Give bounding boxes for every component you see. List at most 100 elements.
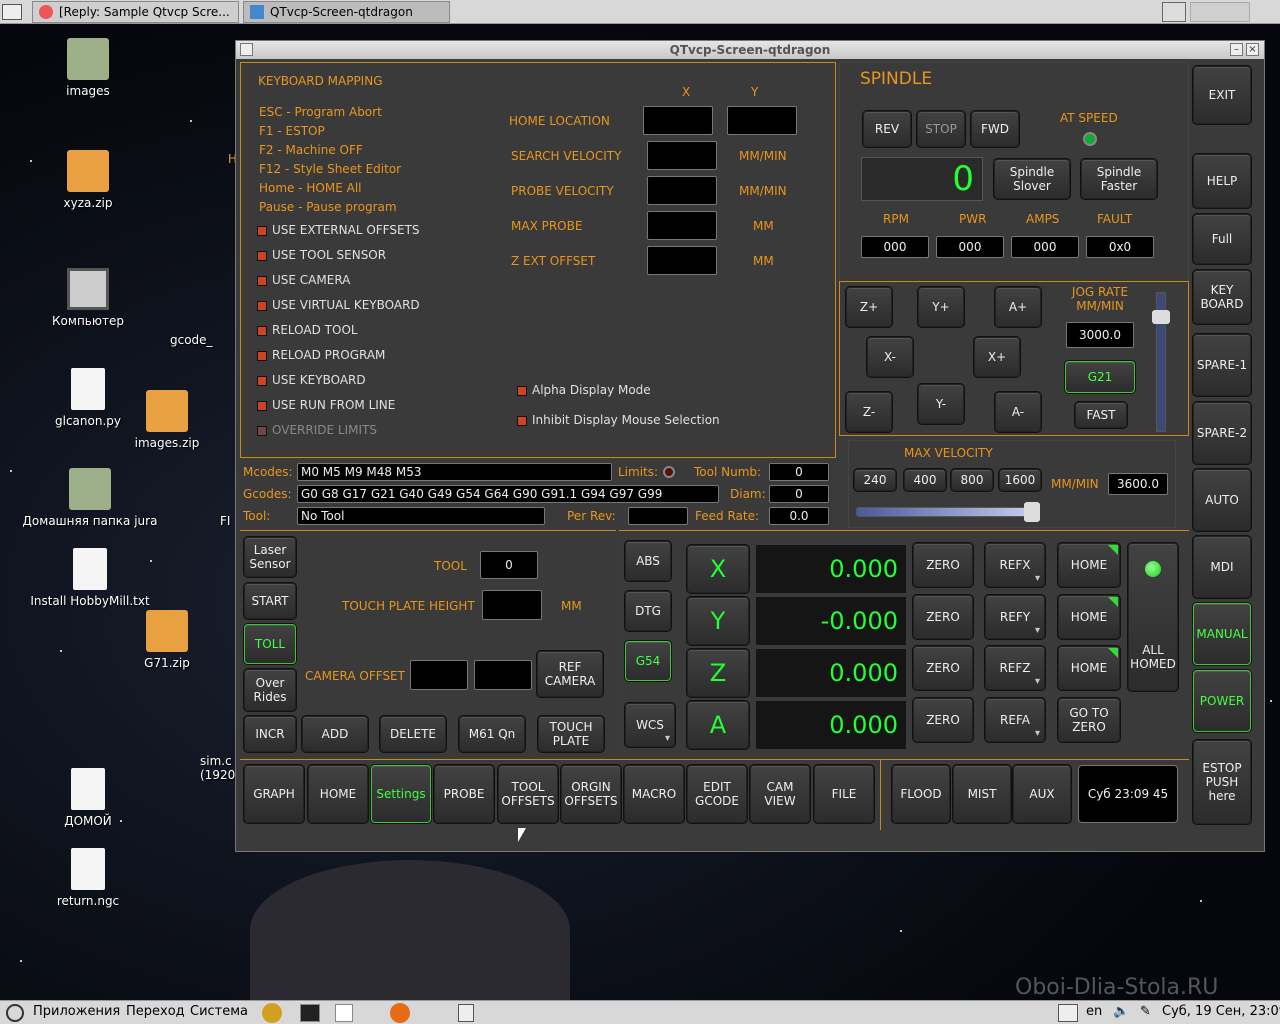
desktop-icon-images-zip[interactable]: images.zip	[112, 390, 222, 450]
velocity-800-button[interactable]: 800	[951, 469, 993, 491]
spindle-faster-button[interactable]: Spindle Faster	[1081, 159, 1157, 199]
add-button[interactable]: ADD	[302, 716, 368, 752]
zero-a-button[interactable]: ZERO	[913, 698, 973, 742]
jog-rate-slider-handle[interactable]	[1152, 310, 1170, 324]
velocity-400-button[interactable]: 400	[904, 469, 946, 491]
desktop-icon-computer[interactable]: Компьютер	[33, 268, 143, 328]
delete-button[interactable]: DELETE	[380, 716, 446, 752]
wcs-button[interactable]: WCS	[625, 703, 675, 747]
touch-plate-button[interactable]: TOUCH PLATE	[538, 716, 604, 752]
refx-button[interactable]: REFX	[985, 543, 1045, 587]
refz-button[interactable]: REFZ	[985, 646, 1045, 690]
desktop-icon-g71-zip[interactable]: G71.zip	[112, 610, 222, 670]
taskbar-tab-qtdragon[interactable]: QTvcp-Screen-qtdragon	[243, 1, 450, 23]
units-g21-button[interactable]: G21	[1065, 361, 1135, 393]
abs-button[interactable]: ABS	[625, 541, 671, 581]
goto-zero-button[interactable]: GO TO ZERO	[1058, 698, 1120, 742]
desktop-icon-gcode[interactable]: gcode_	[170, 333, 230, 347]
manual-mode-button[interactable]: MANUAL	[1193, 603, 1251, 665]
jog-x-plus-button[interactable]: X+	[974, 337, 1020, 377]
aux-button[interactable]: AUX	[1013, 765, 1071, 823]
window-list-icon[interactable]	[458, 1004, 474, 1022]
spindle-fwd-button[interactable]: FWD	[971, 111, 1019, 147]
firefox-icon[interactable]	[390, 1003, 410, 1023]
taskbar-clock[interactable]: Суб, 19 Сен, 23:09	[1162, 1004, 1280, 1019]
minimize-icon[interactable]: –	[1230, 43, 1243, 56]
menu-system[interactable]: Система	[190, 1004, 248, 1019]
g54-button[interactable]: G54	[625, 641, 671, 681]
tab-settings[interactable]: Settings	[371, 765, 431, 823]
menu-applications[interactable]: Приложения	[33, 1004, 120, 1019]
menu-places[interactable]: Переход	[126, 1004, 185, 1019]
tab-macro[interactable]: MACRO	[624, 765, 684, 823]
tab-graph[interactable]: GRAPH	[244, 765, 304, 823]
axis-y-button[interactable]: Y	[687, 597, 749, 645]
network-icon[interactable]: ✎	[1140, 1004, 1158, 1020]
help-button[interactable]: HELP	[1193, 154, 1251, 208]
taskbar-tab-reply[interactable]: [Reply: Sample Qtvcp Scre...	[32, 1, 239, 23]
m61-button[interactable]: M61 Qn	[459, 716, 525, 752]
spare2-button[interactable]: SPARE-2	[1193, 402, 1251, 464]
desktop-icon-home-folder[interactable]: Домашняя папка jura	[10, 468, 170, 528]
mdi-mode-button[interactable]: MDI	[1193, 536, 1251, 598]
tab-tool-offsets[interactable]: TOOL OFFSETS	[498, 765, 558, 823]
close-icon[interactable]: ×	[1246, 43, 1259, 56]
dtg-button[interactable]: DTG	[625, 591, 671, 631]
tab-home[interactable]: HOME	[308, 765, 368, 823]
zero-y-button[interactable]: ZERO	[913, 595, 973, 639]
max-probe-field[interactable]	[647, 211, 717, 240]
axis-x-button[interactable]: X	[687, 545, 749, 593]
terminal-icon[interactable]	[300, 1004, 320, 1022]
spindle-rev-button[interactable]: REV	[863, 111, 911, 147]
toll-button[interactable]: TOLL	[244, 624, 296, 664]
spindle-stop-button[interactable]: STOP	[917, 111, 965, 147]
home-z-button[interactable]: HOME	[1058, 646, 1120, 690]
start-button[interactable]: START	[244, 583, 296, 619]
max-velocity-slider-track[interactable]	[856, 507, 1038, 517]
axis-a-button[interactable]: A	[687, 701, 749, 749]
desktop-icon-images[interactable]: images	[33, 38, 143, 98]
tab-file[interactable]: FILE	[814, 765, 874, 823]
camera-offset-y-field[interactable]	[474, 660, 532, 690]
power-button[interactable]: POWER	[1193, 670, 1251, 732]
jog-z-minus-button[interactable]: Z-	[846, 392, 892, 432]
search-velocity-field[interactable]	[647, 141, 717, 170]
home-x-button[interactable]: HOME	[1058, 543, 1120, 587]
jog-fast-button[interactable]: FAST	[1075, 402, 1127, 428]
text-editor-icon[interactable]	[335, 1004, 353, 1022]
desktop-icon-install[interactable]: Install HobbyMill.txt	[10, 548, 170, 608]
menu-icon[interactable]	[2, 4, 22, 20]
jog-y-minus-button[interactable]: Y-	[918, 384, 964, 424]
exit-button[interactable]: EXIT	[1193, 66, 1251, 124]
desktop-icon-domoi[interactable]: ДОМОЙ	[33, 768, 143, 828]
jog-rate-value[interactable]: 3000.0	[1066, 322, 1134, 348]
tab-probe[interactable]: PROBE	[434, 765, 494, 823]
camera-offset-x-field[interactable]	[410, 660, 468, 690]
linux-icon[interactable]	[262, 1003, 282, 1023]
workspace-icon[interactable]	[1058, 1004, 1078, 1022]
mist-button[interactable]: MIST	[953, 765, 1011, 823]
desktop-icon-sim[interactable]: sim.c (1920)	[200, 754, 240, 782]
velocity-240-button[interactable]: 240	[854, 469, 896, 491]
incr-button[interactable]: INCR	[244, 716, 296, 752]
refa-button[interactable]: REFA	[985, 698, 1045, 742]
home-y-button[interactable]: HOME	[1058, 595, 1120, 639]
home-y-field[interactable]	[727, 106, 797, 135]
axis-z-button[interactable]: Z	[687, 649, 749, 697]
jog-x-minus-button[interactable]: X-	[867, 337, 913, 377]
keyboard-layout[interactable]: en	[1086, 1004, 1102, 1019]
zero-x-button[interactable]: ZERO	[913, 543, 973, 587]
velocity-1600-button[interactable]: 1600	[999, 469, 1041, 491]
ref-camera-button[interactable]: REF CAMERA	[537, 651, 603, 697]
max-velocity-slider-handle[interactable]	[1024, 502, 1040, 522]
jog-y-plus-button[interactable]: Y+	[918, 287, 964, 327]
jog-a-minus-button[interactable]: A-	[995, 392, 1041, 432]
overrides-button[interactable]: Over Rides	[244, 669, 296, 711]
window-menu-icon[interactable]	[240, 43, 253, 56]
jog-a-plus-button[interactable]: A+	[995, 287, 1041, 327]
zero-z-button[interactable]: ZERO	[913, 646, 973, 690]
home-x-field[interactable]	[643, 106, 713, 135]
estop-button[interactable]: ESTOP PUSH here	[1193, 740, 1251, 824]
desktop-icon-return[interactable]: return.ngc	[33, 848, 143, 908]
auto-mode-button[interactable]: AUTO	[1193, 469, 1251, 531]
